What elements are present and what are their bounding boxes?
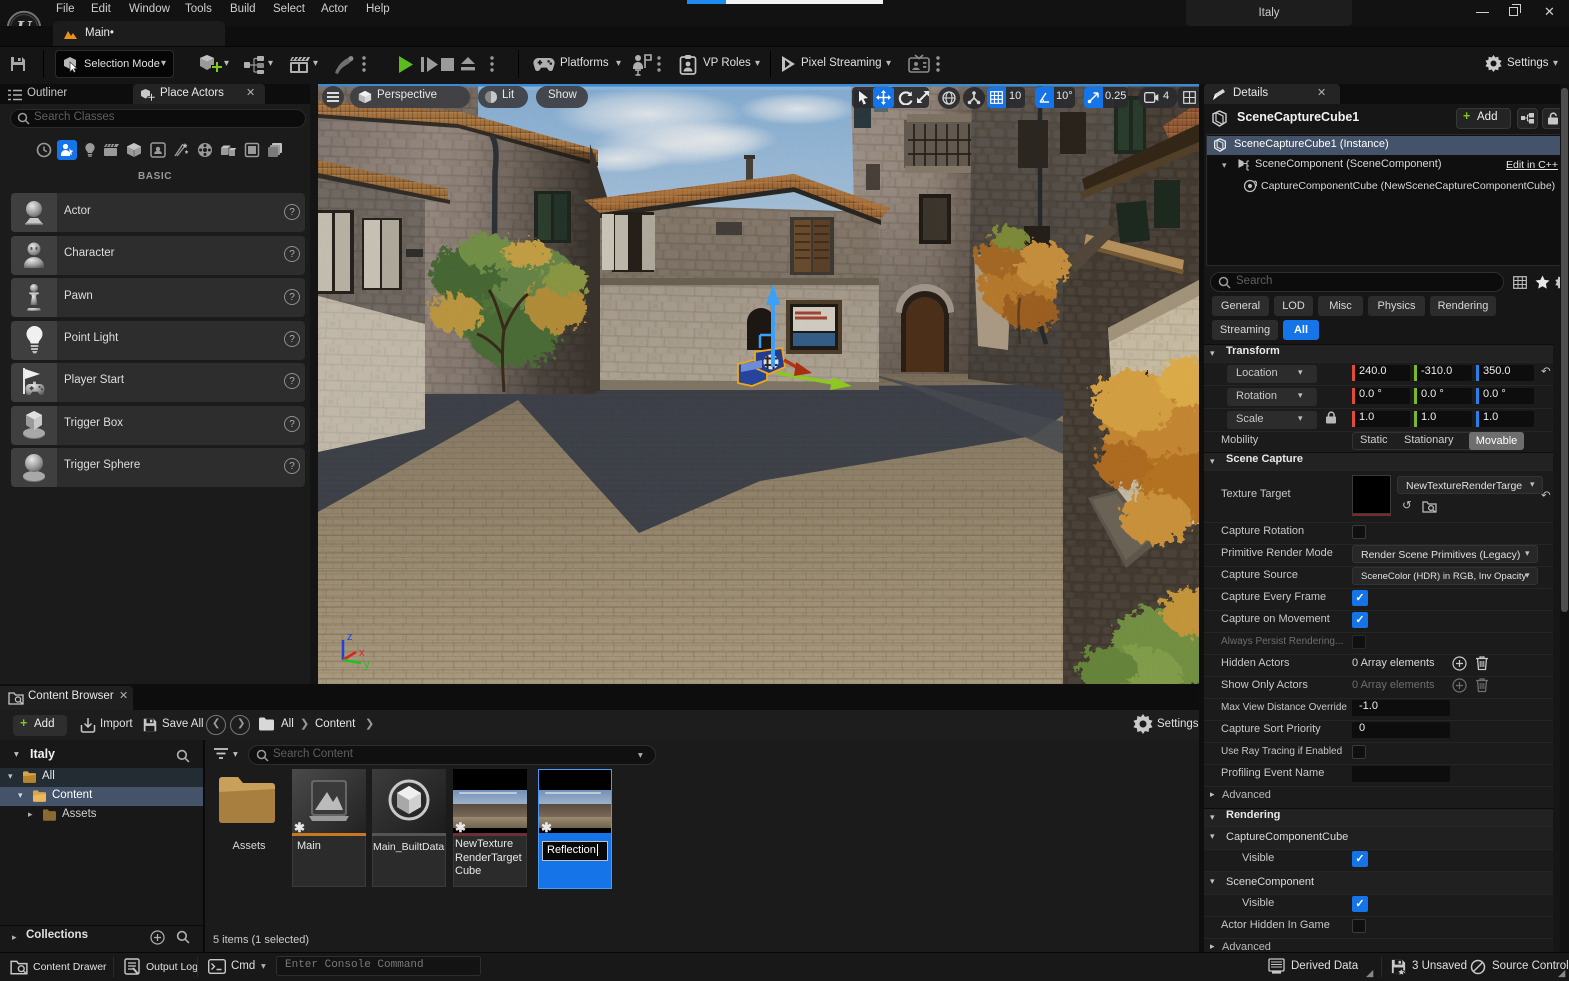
svg-text:x: x: [359, 647, 365, 659]
svg-text:z: z: [347, 631, 353, 643]
svg-text:y: y: [364, 659, 370, 671]
